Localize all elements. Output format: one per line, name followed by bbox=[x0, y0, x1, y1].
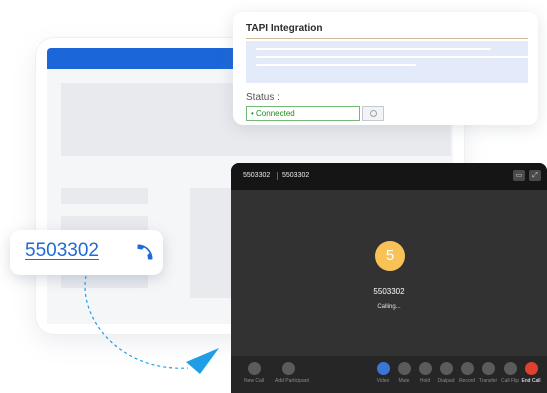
refresh-status-button[interactable] bbox=[362, 106, 384, 121]
phone-number-chip: 5503302 bbox=[10, 230, 163, 275]
call-toolbar: New Call Add Participant Video Mute Hold… bbox=[231, 356, 547, 393]
transfer-icon bbox=[481, 362, 495, 375]
microphone-icon bbox=[397, 362, 411, 375]
callee-avatar: 5 bbox=[375, 241, 405, 271]
pause-icon bbox=[418, 362, 432, 375]
arrow-head-icon bbox=[186, 348, 219, 374]
callee-number: 5503302 bbox=[373, 287, 405, 296]
hang-up-icon bbox=[524, 362, 538, 375]
video-icon bbox=[376, 362, 390, 375]
add-user-icon bbox=[281, 362, 295, 375]
content-row bbox=[61, 188, 148, 204]
phone-icon[interactable] bbox=[135, 242, 155, 262]
title-divider bbox=[246, 38, 528, 39]
fullscreen-button[interactable]: ⤢ bbox=[529, 170, 541, 181]
phone-number-link[interactable]: 5503302 bbox=[25, 240, 99, 262]
picture-in-picture-button[interactable]: ▭ bbox=[513, 170, 525, 181]
record-icon bbox=[460, 362, 474, 375]
panel-title: TAPI Integration bbox=[246, 23, 323, 34]
dialpad-icon bbox=[439, 362, 453, 375]
callee-number-header: 5503302 bbox=[282, 172, 310, 179]
call-status: Calling... bbox=[377, 304, 401, 310]
header-divider bbox=[277, 172, 278, 180]
call-window: 5503302 5503302 ▭ ⤢ 5 5503302 Calling...… bbox=[231, 163, 547, 393]
add-participant-button[interactable]: Add Participant bbox=[275, 362, 309, 384]
caller-number: 5503302 bbox=[243, 172, 271, 179]
info-strip bbox=[246, 41, 531, 83]
flip-icon bbox=[503, 362, 517, 375]
call-header: 5503302 5503302 ▭ ⤢ bbox=[231, 163, 547, 190]
end-call-button[interactable]: End Call bbox=[518, 362, 544, 384]
tapi-integration-panel: TAPI Integration Status : • Connected bbox=[233, 12, 538, 125]
content-block bbox=[190, 188, 236, 298]
status-value: Connected bbox=[256, 109, 295, 118]
status-label: Status : bbox=[246, 92, 280, 103]
new-call-button[interactable]: New Call bbox=[241, 362, 267, 384]
plus-icon bbox=[247, 362, 261, 375]
status-field: • Connected bbox=[246, 106, 360, 121]
circle-icon bbox=[370, 110, 377, 117]
